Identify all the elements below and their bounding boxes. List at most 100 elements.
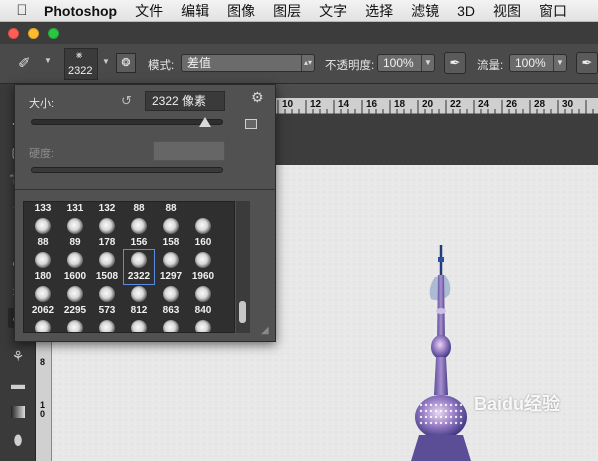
brush-preset-picker[interactable]: ⨳ 2322 bbox=[64, 48, 98, 80]
chevron-down-icon[interactable]: ▼ bbox=[421, 55, 434, 71]
scrollbar-thumb[interactable] bbox=[239, 301, 246, 323]
zoom-window-button[interactable] bbox=[48, 28, 59, 39]
brush-preset-cell[interactable]: 649 bbox=[188, 318, 218, 332]
options-bar: ✐ ▼ ⨳ 2322 ▼ ❂ 模式: 差值 ▴▾ 不透明度: 100% ▼ ✒ … bbox=[0, 44, 598, 84]
ruler-label: 12 bbox=[310, 99, 322, 110]
resize-grip-icon[interactable]: ◢ bbox=[261, 325, 269, 336]
size-slider-track[interactable] bbox=[31, 117, 223, 127]
ruler-label: 8 bbox=[40, 357, 46, 367]
brush-preset-cell[interactable]: 89 bbox=[60, 216, 90, 250]
airbrush-icon[interactable]: ✒ bbox=[576, 52, 598, 74]
brush-stroke-thumbnail bbox=[163, 286, 179, 302]
brush-preset-cell[interactable]: 160 bbox=[188, 216, 218, 250]
brush-preset-cell[interactable]: 812 bbox=[124, 284, 154, 318]
brush-preset-cell[interactable]: 180 bbox=[28, 250, 58, 284]
brush-preset-cell[interactable]: 178 bbox=[92, 216, 122, 250]
window-title-bar bbox=[0, 22, 598, 44]
reset-size-icon[interactable]: ↺ bbox=[121, 93, 132, 109]
brush-preset-cell[interactable]: 133 bbox=[28, 202, 58, 216]
menu-3d[interactable]: 3D bbox=[457, 3, 475, 19]
brush-stroke-thumbnail bbox=[67, 252, 83, 268]
brush-preset-cell[interactable]: 796 bbox=[156, 318, 186, 332]
brush-stroke-thumbnail bbox=[99, 252, 115, 268]
app-menu[interactable]: Photoshop bbox=[44, 3, 117, 19]
brush-panel-toggle-icon[interactable]: ❂ bbox=[116, 53, 136, 73]
brush-preset-cell[interactable]: 88 bbox=[28, 216, 58, 250]
brush-preset-cell[interactable]: 2322 bbox=[123, 249, 155, 285]
size-input[interactable]: 2322 像素 bbox=[145, 91, 225, 111]
brush-preset-cell[interactable]: 132 bbox=[92, 202, 122, 216]
brush-preset-cell[interactable]: 1960 bbox=[188, 250, 218, 284]
brush-preset-cell[interactable]: 88 bbox=[156, 202, 186, 216]
blend-mode-value: 差值 bbox=[187, 56, 212, 70]
eraser-tool-icon[interactable]: ▬ bbox=[8, 374, 28, 394]
brush-preset-cell[interactable]: 2295 bbox=[60, 284, 90, 318]
brush-size-label: 180 bbox=[34, 271, 52, 282]
brush-preset-cell[interactable]: 863 bbox=[156, 284, 186, 318]
divider bbox=[15, 189, 275, 190]
close-window-button[interactable] bbox=[8, 28, 19, 39]
apple-menu-icon[interactable]:  bbox=[0, 2, 44, 19]
ruler-label: 16 bbox=[366, 99, 378, 110]
brush-size-label: 88 bbox=[37, 237, 49, 248]
gear-icon[interactable]: ⚙ bbox=[251, 89, 264, 106]
brush-preset-cell[interactable]: 477 bbox=[60, 318, 90, 332]
menu-type[interactable]: 文字 bbox=[319, 1, 347, 21]
brush-preset-cell[interactable]: 407 bbox=[92, 318, 122, 332]
pressure-opacity-icon[interactable]: ✒ bbox=[444, 52, 466, 74]
brush-grid-scrollbar[interactable] bbox=[236, 201, 250, 333]
ruler-label: 10 bbox=[282, 99, 294, 110]
gradient-tool-icon[interactable] bbox=[11, 406, 25, 418]
minimize-window-button[interactable] bbox=[28, 28, 39, 39]
flow-value: 100% bbox=[515, 56, 546, 70]
brush-preset-cell[interactable]: 158 bbox=[156, 216, 186, 250]
brush-preset-popup: 大小: ↺ 2322 像素 ⚙ 硬度: 133 131 132 88 88 88 89 178… bbox=[14, 84, 276, 342]
brush-stroke-thumbnail bbox=[99, 320, 115, 332]
brush-size-label: 1508 bbox=[95, 271, 119, 282]
brush-size-label: 2295 bbox=[63, 305, 87, 316]
brush-preset-cell[interactable]: 1508 bbox=[92, 250, 122, 284]
brush-preset-cell[interactable]: 88 bbox=[124, 202, 154, 216]
menu-layer[interactable]: 图层 bbox=[273, 1, 301, 21]
brush-size-label: 2322 bbox=[127, 271, 151, 282]
opacity-field[interactable]: 100% ▼ bbox=[377, 54, 435, 72]
brush-size-label: 1297 bbox=[159, 271, 183, 282]
flow-field[interactable]: 100% ▼ bbox=[509, 54, 567, 72]
horizontal-ruler: 10 12 14 16 18 20 22 24 26 28 30 bbox=[276, 98, 598, 114]
brush-stroke-thumbnail bbox=[195, 252, 211, 268]
brush-stroke-thumbnail bbox=[131, 286, 147, 302]
menu-filter[interactable]: 滤镜 bbox=[411, 1, 439, 21]
brush-preset-cell[interactable]: 1297 bbox=[156, 250, 186, 284]
ruler-label: 20 bbox=[422, 99, 434, 110]
mac-menubar:  Photoshop 文件 编辑 图像 图层 文字 选择 滤镜 3D 视图 窗… bbox=[0, 0, 598, 22]
brush-preset-cell[interactable]: 573 bbox=[92, 284, 122, 318]
new-preset-icon[interactable] bbox=[245, 119, 257, 129]
menu-edit[interactable]: 编辑 bbox=[181, 1, 209, 21]
menu-file[interactable]: 文件 bbox=[135, 1, 163, 21]
brush-preview-icon: ⨳ bbox=[76, 50, 83, 61]
menu-image[interactable]: 图像 bbox=[227, 1, 255, 21]
menu-window[interactable]: 窗口 bbox=[539, 1, 567, 21]
size-slider-thumb[interactable] bbox=[198, 117, 211, 127]
brush-preset-cell[interactable]: 840 bbox=[188, 284, 218, 318]
clone-stamp-tool-icon[interactable]: ⚘ bbox=[8, 346, 28, 366]
chevron-down-icon[interactable]: ▼ bbox=[553, 55, 566, 71]
brush-preset-cell[interactable]: 840 bbox=[28, 318, 58, 332]
tool-preset-dropdown-icon[interactable]: ▼ bbox=[44, 56, 52, 65]
brush-stroke-thumbnail bbox=[67, 218, 83, 234]
brush-preset-cell[interactable]: 2062 bbox=[28, 284, 58, 318]
brush-preset-cell[interactable]: 131 bbox=[60, 202, 90, 216]
menu-select[interactable]: 选择 bbox=[365, 1, 393, 21]
blur-tool-icon[interactable]: ⬮ bbox=[8, 430, 28, 450]
menu-view[interactable]: 视图 bbox=[493, 1, 521, 21]
brush-preset-cell[interactable]: 156 bbox=[124, 216, 154, 250]
brush-tool-icon[interactable]: ✐ bbox=[18, 54, 40, 74]
picker-dropdown-icon[interactable]: ▼ bbox=[102, 57, 110, 66]
brush-preset-cell[interactable]: 730 bbox=[124, 318, 154, 332]
brush-size-label: 156 bbox=[130, 237, 148, 248]
blend-mode-select[interactable]: 差值 ▴▾ bbox=[181, 54, 315, 72]
brush-preset-cell[interactable]: 1600 bbox=[60, 250, 90, 284]
ruler-label: 1 0 bbox=[40, 400, 46, 419]
tower-painting bbox=[411, 245, 471, 461]
opacity-value: 100% bbox=[383, 56, 414, 70]
